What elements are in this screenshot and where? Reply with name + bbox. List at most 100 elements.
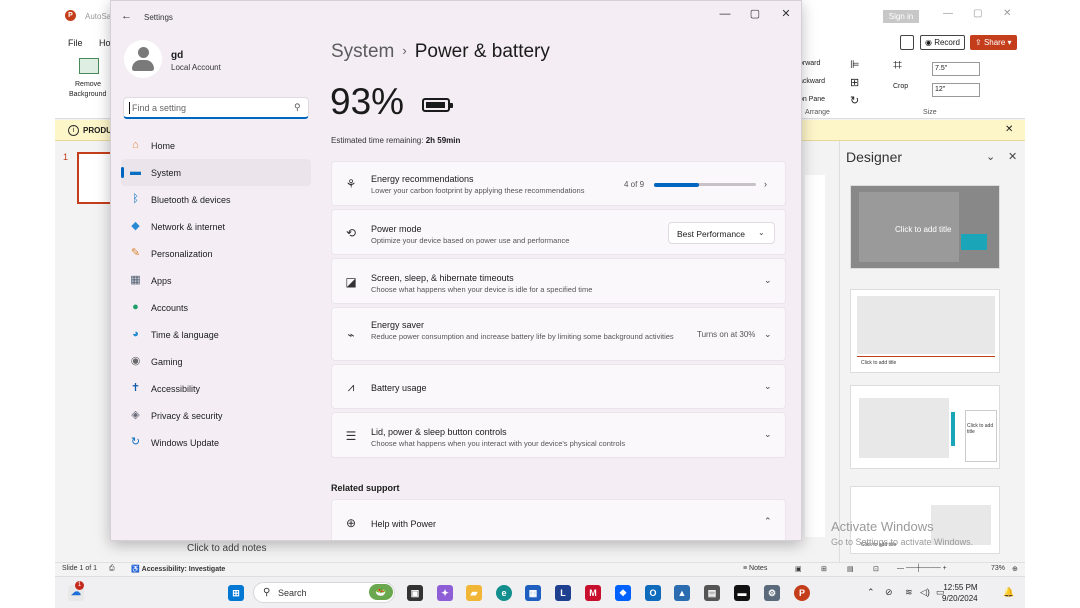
maximize-button[interactable]: ▢ (744, 6, 766, 22)
selection-pane-button[interactable]: on Pane (799, 96, 825, 103)
remote-desktop-icon[interactable]: ▤ (704, 585, 720, 601)
notes-placeholder[interactable]: Click to add notes (187, 543, 267, 554)
estimated-time-value: 2h 59min (425, 136, 461, 145)
share-button[interactable]: ⇪ Share ▾ (970, 35, 1017, 50)
align-icon[interactable]: ⊫ (850, 58, 860, 71)
crop-icon[interactable]: ⌗ (893, 57, 902, 75)
rotate-icon[interactable]: ↻ (850, 94, 859, 107)
wifi-icon[interactable]: ≋ (905, 587, 913, 598)
sidebar-item-network-internet[interactable]: ◆ Network & internet (121, 213, 311, 240)
energy-recommendations-card[interactable]: ⚘ Energy recommendations Lower your carb… (331, 161, 786, 206)
zoom-level[interactable]: 73% (991, 565, 1005, 572)
powerpoint-taskbar-icon[interactable]: P (794, 585, 810, 601)
power-mode-dropdown[interactable]: Best Performance ⌄ (668, 222, 775, 244)
sidebar-item-privacy-security[interactable]: ◈ Privacy & security (121, 402, 311, 429)
taskbar-search-icon: ⚲ (263, 587, 271, 598)
taskbar-clock[interactable]: 12:55 PM 9/20/2024 (942, 582, 978, 604)
sidebar-item-home[interactable]: ⌂ Home (121, 132, 311, 159)
design-idea-2[interactable]: Click to add title (850, 289, 1000, 373)
screen-sleep-card[interactable]: ◪ Screen, sleep, & hibernate timeouts Ch… (331, 258, 786, 304)
notice-close-icon[interactable]: ✕ (1005, 124, 1013, 135)
breadcrumb-parent[interactable]: System (331, 41, 394, 62)
accessibility-status[interactable]: ♿ Accessibility: Investigate (131, 565, 225, 573)
energy-saver-title: Energy saver (371, 320, 425, 330)
pp-close-icon[interactable]: ✕ (1003, 8, 1011, 19)
remove-background-label-2[interactable]: Background (69, 91, 106, 98)
mcafee-icon[interactable]: M (585, 585, 601, 601)
sign-in-button[interactable]: Sign in (883, 10, 919, 23)
sidebar-item-personalization[interactable]: ✎ Personalization (121, 240, 311, 267)
remove-background-label-1[interactable]: Remove (75, 81, 101, 88)
settings-titlebar: ← Settings — ▢ ✕ (111, 1, 801, 33)
sidebar-item-accounts[interactable]: ● Accounts (121, 294, 311, 321)
sidebar-item-time-language[interactable]: ◕ Time & language (121, 321, 311, 348)
slide-sorter-icon[interactable]: ⊞ (821, 565, 827, 573)
start-icon[interactable]: ⊞ (228, 585, 244, 601)
spellcheck-icon[interactable]: ⎙ (109, 565, 115, 573)
outlook-icon[interactable]: O (645, 585, 661, 601)
clock-date: 9/20/2024 (942, 594, 978, 603)
energy-saver-card[interactable]: ⌁ Energy saver Reduce power consumption … (331, 307, 786, 361)
active-indicator (121, 167, 124, 178)
network-status-icon[interactable]: ⊘ (885, 587, 893, 598)
sidebar-item-bluetooth-devices[interactable]: ᛒ Bluetooth & devices (121, 186, 311, 213)
sidebar-item-accessibility[interactable]: ✝ Accessibility (121, 375, 311, 402)
find-setting-input[interactable] (132, 101, 282, 115)
terminal-icon[interactable]: ▬ (734, 585, 750, 601)
clock-time: 12:55 PM (943, 583, 978, 592)
copilot-icon[interactable]: ✦ (437, 585, 453, 601)
crop-button-label[interactable]: Crop (893, 83, 908, 90)
lid-power-card[interactable]: ☰ Lid, power & sleep button controls Cho… (331, 412, 786, 458)
find-setting-box[interactable]: ⚲ (123, 97, 309, 119)
avatar[interactable] (124, 40, 162, 78)
shape-height-field[interactable]: 7.5" (932, 62, 980, 76)
settings-taskbar-icon[interactable]: ⚙ (764, 585, 780, 601)
sidebar-item-windows-update[interactable]: ↻ Windows Update (121, 429, 311, 456)
close-button[interactable]: ✕ (775, 6, 797, 22)
zoom-slider[interactable]: — ──┼──── + (897, 565, 947, 572)
fit-slide-icon[interactable]: ⊕ (1012, 565, 1018, 573)
dropbox-icon[interactable]: ❖ (615, 585, 631, 601)
design-idea-3[interactable]: Click to add title (850, 385, 1000, 469)
search-icon: ⚲ (294, 102, 301, 112)
file-explorer-icon[interactable]: ▰ (466, 585, 482, 601)
designer-collapse-icon[interactable]: ⌄ (986, 150, 995, 163)
slide-number: 1 (63, 152, 69, 162)
reading-view-icon[interactable]: ▤ (847, 565, 854, 573)
send-backward-button[interactable]: ackward (799, 78, 825, 85)
designer-close-icon[interactable]: ✕ (1008, 150, 1017, 163)
store-icon[interactable]: ▦ (525, 585, 541, 601)
group-icon[interactable]: ⊞ (850, 76, 859, 89)
tab-file[interactable]: File (68, 38, 83, 48)
tab-home[interactable]: Ho (99, 38, 111, 48)
slide-thumbnail[interactable] (77, 152, 113, 204)
slide-canvas-edge[interactable] (805, 175, 825, 537)
sidebar-item-apps[interactable]: ▦ Apps (121, 267, 311, 294)
pp-maximize-icon[interactable]: ▢ (973, 8, 982, 19)
bring-forward-button[interactable]: orward (799, 60, 820, 67)
help-with-power-card[interactable]: ⊕ Help with Power ⌃ (331, 499, 786, 540)
slideshow-icon[interactable]: ⊡ (873, 565, 879, 573)
home-icon: ⌂ (132, 139, 139, 151)
battery-usage-card[interactable]: ⩘ Battery usage ⌄ (331, 364, 786, 409)
shape-width-field[interactable]: 12" (932, 83, 980, 97)
design-idea-1[interactable]: Click to add title (850, 185, 1000, 269)
app-l-icon[interactable]: L (555, 585, 571, 601)
normal-view-icon[interactable]: ▣ (795, 565, 802, 573)
task-view-icon[interactable]: ▣ (407, 585, 423, 601)
tray-overflow-icon[interactable]: ⌃ (867, 587, 875, 598)
breadcrumb: System › Power & battery (331, 41, 550, 63)
comment-icon[interactable] (900, 35, 914, 50)
photos-icon[interactable]: ▲ (674, 585, 690, 601)
edge-icon[interactable]: e (496, 585, 512, 601)
back-arrow-icon[interactable]: ← (121, 10, 132, 22)
sidebar-item-gaming[interactable]: ◉ Gaming (121, 348, 311, 375)
sidebar-item-system[interactable]: ▬ System (121, 159, 311, 186)
record-button[interactable]: ◉ Record (920, 35, 965, 50)
notification-bell-icon[interactable]: 🔔 (1003, 587, 1014, 598)
sidebar-item-label: Personalization (151, 249, 213, 259)
minimize-button[interactable]: — (714, 6, 736, 22)
volume-icon[interactable]: ◁) (920, 587, 930, 598)
notes-toggle[interactable]: ≡ Notes (743, 565, 767, 572)
pp-minimize-icon[interactable]: — (943, 8, 953, 19)
